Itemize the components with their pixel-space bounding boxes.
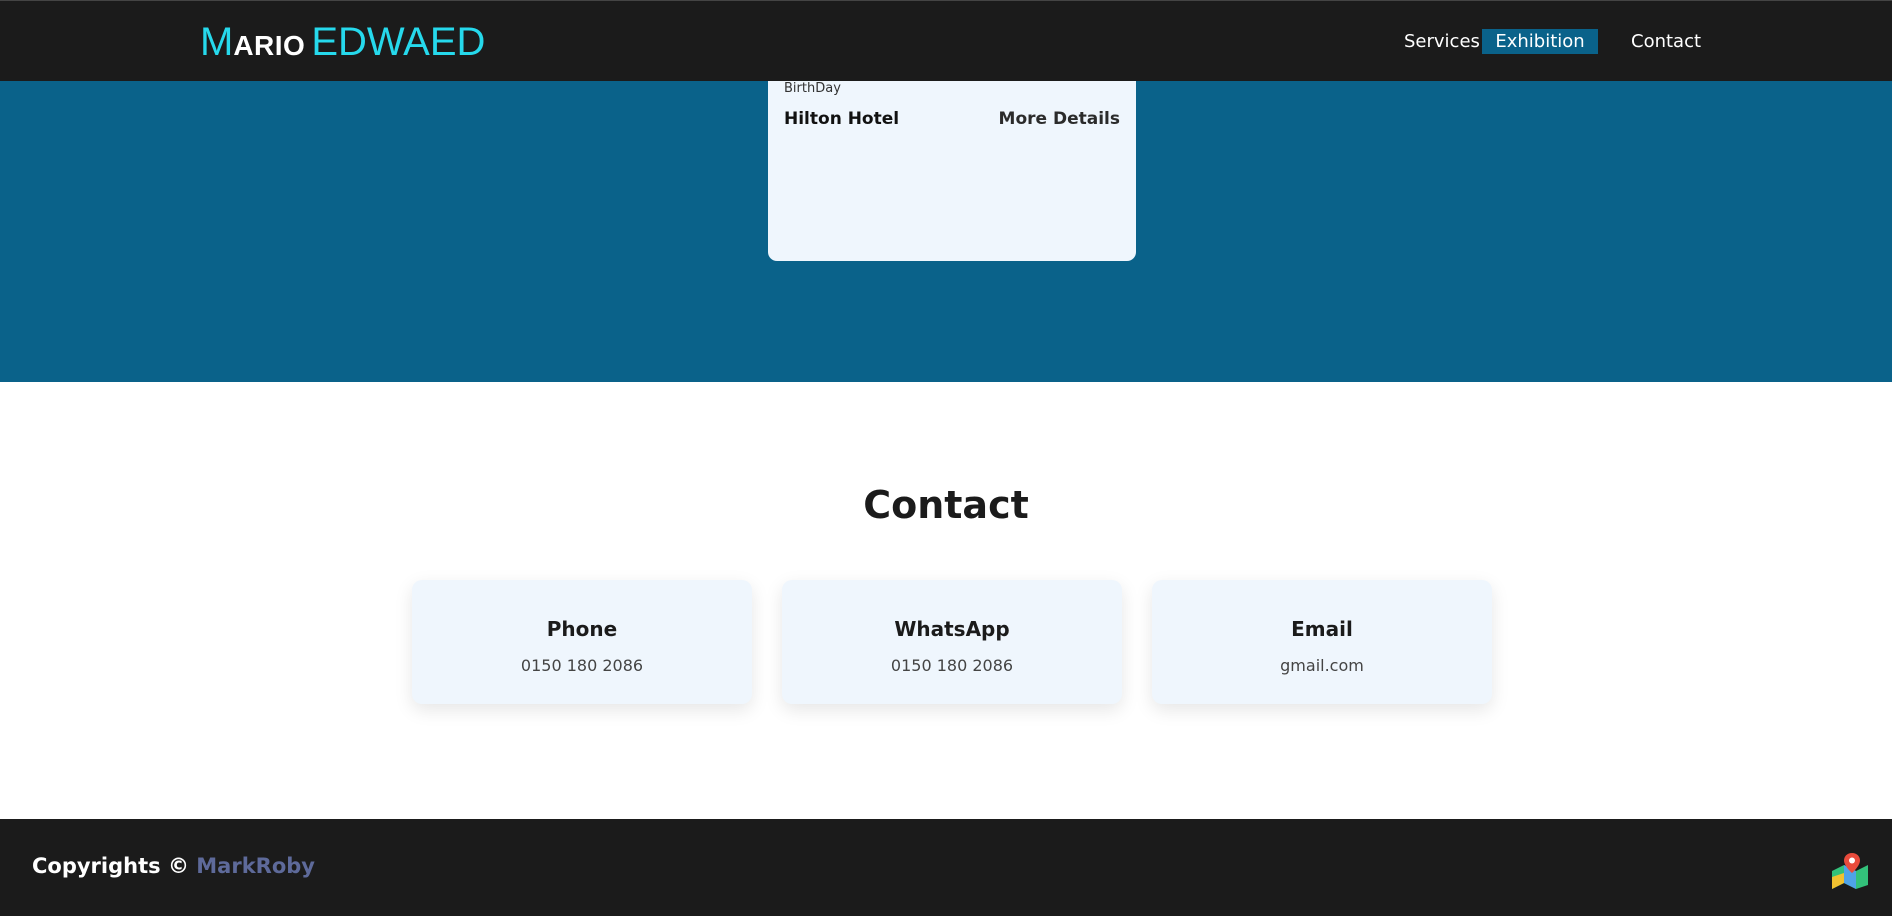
contact-card-value: gmail.com: [1280, 656, 1364, 675]
exhibition-section: BirthDay Hilton Hotel More Details: [0, 81, 1892, 382]
contact-title: Contact: [863, 483, 1029, 527]
more-details-link[interactable]: More Details: [999, 109, 1120, 129]
logo-first-initial: M: [200, 20, 234, 64]
site-header: MARIO EDWAED Services Exhibition Contact: [0, 0, 1892, 81]
logo-last-name: EDWAED: [311, 20, 486, 64]
copyright-text: Copyrights © MarkRoby: [32, 854, 315, 878]
event-venue: Hilton Hotel: [784, 109, 900, 129]
contact-card-title: Phone: [546, 617, 618, 641]
author-link[interactable]: MarkRoby: [196, 854, 315, 878]
map-pin-icon[interactable]: [1830, 851, 1870, 889]
nav-link-exhibition[interactable]: Exhibition: [1482, 29, 1598, 54]
contact-card-phone[interactable]: Phone 0150 180 2086: [412, 580, 752, 704]
nav-link-services[interactable]: Services: [1404, 29, 1480, 54]
contact-card-title: Email: [1291, 617, 1353, 641]
event-card: BirthDay Hilton Hotel More Details: [768, 81, 1136, 261]
contact-card-value: 0150 180 2086: [890, 656, 1014, 675]
copyright-prefix: Copyrights ©: [32, 854, 189, 878]
contact-card-email[interactable]: Email gmail.com: [1152, 580, 1492, 704]
site-footer: Copyrights © MarkRoby: [0, 819, 1892, 916]
contact-card-value: 0150 180 2086: [520, 656, 644, 675]
contact-card-whatsapp[interactable]: WhatsApp 0150 180 2086: [782, 580, 1122, 704]
logo-first-rest: ARIO: [233, 30, 306, 61]
event-type: BirthDay: [784, 81, 841, 96]
site-logo[interactable]: MARIO EDWAED: [200, 19, 485, 65]
nav-link-contact[interactable]: Contact: [1631, 29, 1701, 54]
contact-card-title: WhatsApp: [894, 617, 1010, 641]
